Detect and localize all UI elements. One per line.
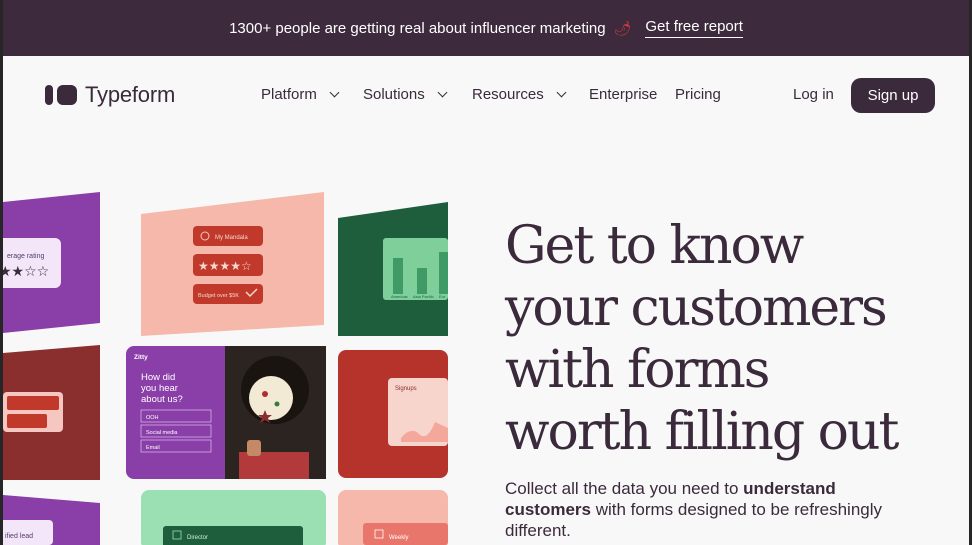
director-label: Director: [187, 535, 208, 541]
product-collage: erage rating ★★☆☆ My Mandala ★★★★☆ Budge…: [3, 190, 448, 545]
lead-label: ified lead: [5, 533, 33, 540]
nav-platform-label: Platform: [261, 86, 317, 103]
headline-line-3: with forms: [505, 340, 770, 400]
chevron-down-icon: [556, 87, 567, 98]
page: 1300+ people are getting real about infl…: [3, 0, 969, 545]
typeform-logo-icon: [45, 85, 77, 105]
nav-platform[interactable]: Platform: [261, 86, 340, 103]
question-line-2: you hear: [141, 383, 178, 394]
form-name: My Mandala: [215, 235, 248, 241]
nav-resources-label: Resources: [472, 86, 544, 103]
nav-solutions[interactable]: Solutions: [363, 86, 448, 103]
headline-line-1: Get to know: [505, 216, 804, 276]
option-ooh: OOH: [146, 415, 159, 421]
hero-subheading: Collect all the data you need to underst…: [505, 478, 925, 541]
sub-part-1: Collect all the data you need to: [505, 479, 744, 498]
signups-label: Signups: [395, 386, 417, 392]
headline-line-4: worth filling out: [505, 402, 899, 462]
nav-solutions-label: Solutions: [363, 86, 425, 103]
chili-pepper-icon: 🌶: [613, 19, 632, 36]
nav-enterprise[interactable]: Enterprise: [589, 86, 657, 103]
rating-label: erage rating: [7, 253, 44, 260]
chart-label-1: Americas: [391, 294, 408, 299]
option-email: Email: [146, 445, 160, 451]
headline-line-2: your customers: [505, 278, 888, 338]
chevron-down-icon: [329, 87, 340, 98]
chart-label-2: Asia Pacific: [413, 294, 434, 299]
promo-banner: 1300+ people are getting real about infl…: [3, 0, 969, 56]
hero-headline: Get to know your customers with forms wo…: [505, 215, 945, 463]
option-social: Social media: [146, 430, 178, 436]
chevron-down-icon: [437, 87, 448, 98]
star-rating-icon: ★★☆☆: [3, 264, 49, 280]
question-line-3: about us?: [141, 394, 183, 405]
logo-text: Typeform: [85, 82, 176, 107]
nav-resources[interactable]: Resources: [472, 86, 567, 103]
lollipop-image: [249, 376, 293, 420]
typeform-logo[interactable]: Typeform: [45, 82, 175, 108]
zitty-logo: Zitty: [134, 354, 148, 361]
form-budget: Budget over $5K: [198, 293, 239, 299]
collage-graphic: erage rating ★★☆☆ My Mandala ★★★★☆ Budge…: [3, 192, 448, 545]
banner-text: 1300+ people are getting real about infl…: [229, 19, 606, 37]
nav-pricing[interactable]: Pricing: [675, 86, 721, 103]
signup-button[interactable]: Sign up: [851, 78, 935, 113]
nav-pricing-label: Pricing: [675, 86, 721, 103]
get-free-report-link[interactable]: Get free report: [645, 18, 743, 38]
login-link[interactable]: Log in: [793, 86, 834, 103]
nav-enterprise-label: Enterprise: [589, 86, 658, 103]
weekly-label: Weekly: [389, 535, 409, 541]
question-line-1: How did: [141, 372, 175, 383]
chart-label-3: Eur: [439, 294, 446, 299]
star-rating-icon: ★★★★☆: [198, 259, 252, 273]
main-nav: Typeform Platform Solutions Resources En…: [3, 56, 969, 136]
